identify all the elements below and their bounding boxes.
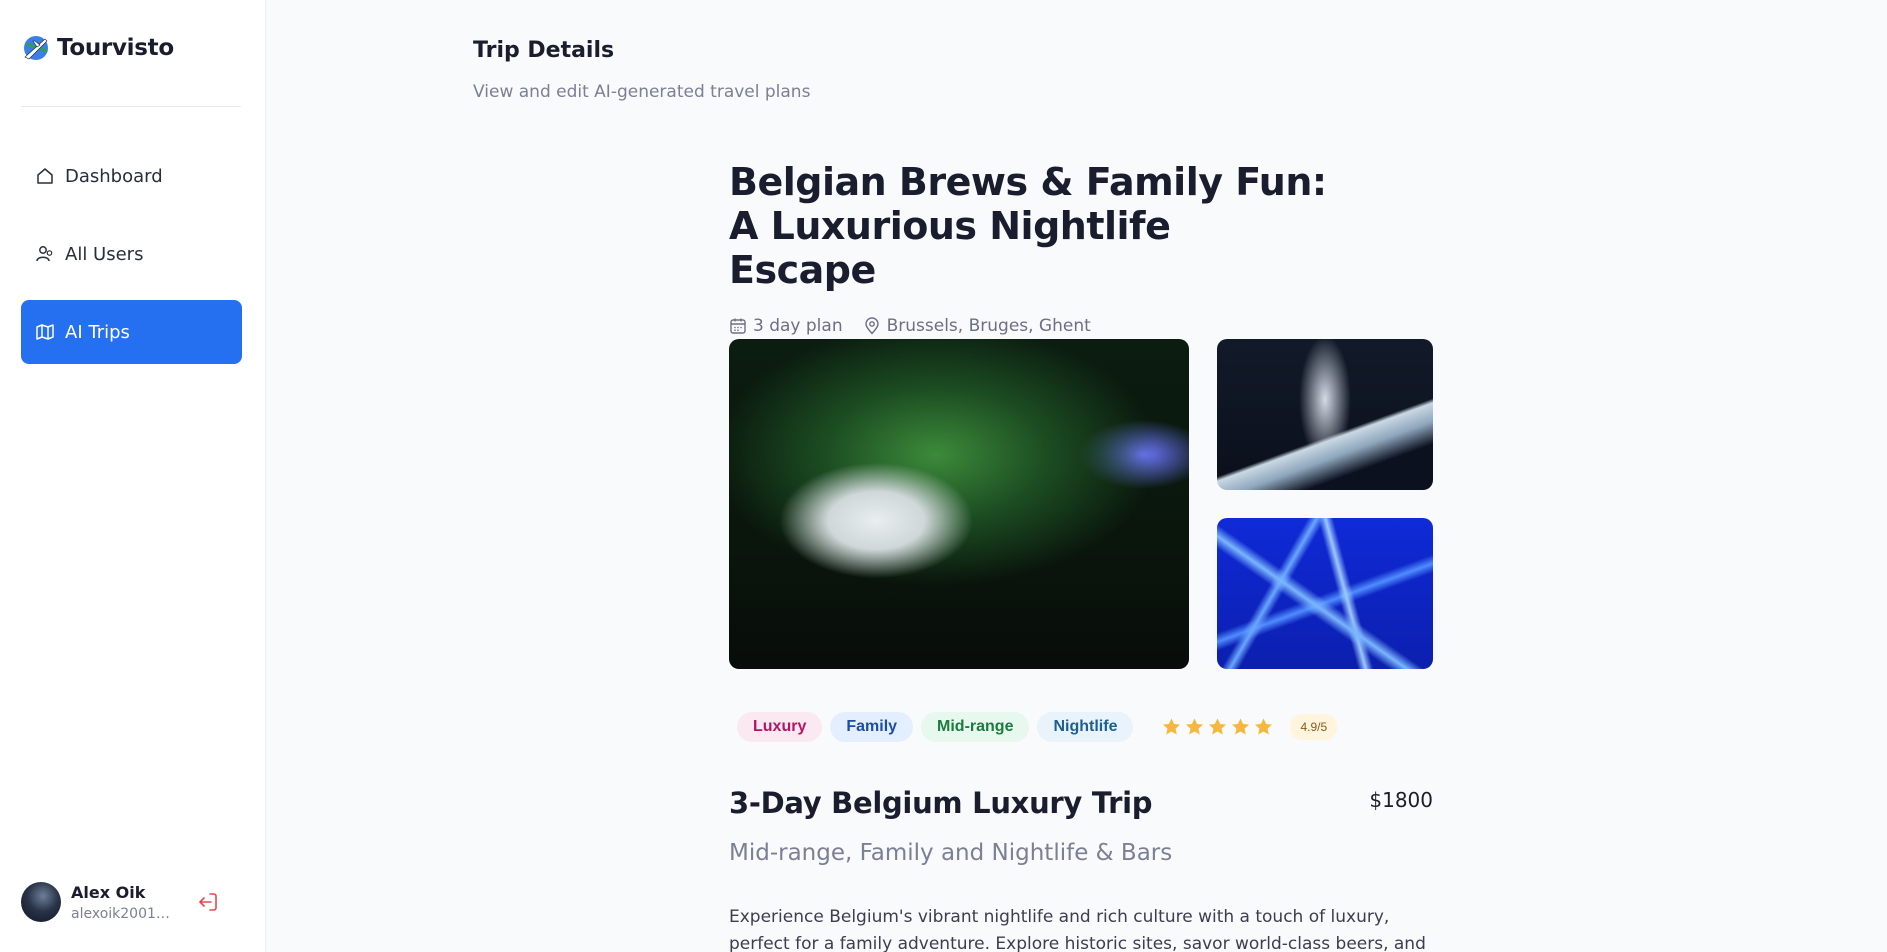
rating-badge: 4.9/5 xyxy=(1290,714,1338,740)
sidebar-item-ai-trips[interactable]: AI Trips xyxy=(21,300,242,364)
calendar-icon xyxy=(730,318,746,334)
page-header: Trip Details View and edit AI-generated … xyxy=(473,38,810,102)
trip-details: Belgian Brews & Family Fun: A Luxurious … xyxy=(729,160,1433,952)
brand[interactable]: Tourvisto xyxy=(21,33,174,63)
trip-gallery xyxy=(729,339,1433,669)
trip-description: Experience Belgium's vibrant nightlife a… xyxy=(729,907,1426,952)
trip-locations-label: Brussels, Bruges, Ghent xyxy=(886,316,1091,336)
user-name: Alex Oik xyxy=(71,882,146,902)
trip-duration-label: 3 day plan xyxy=(753,316,843,336)
plan-subtitle: Mid-range, Family and Nightlife & Bars xyxy=(729,840,1173,866)
sidebar-nav: Dashboard All Users AI Trips xyxy=(21,144,242,378)
rating-stars xyxy=(1161,717,1274,737)
trip-image-stage-lights[interactable] xyxy=(1217,518,1433,669)
star-icon xyxy=(1163,718,1181,735)
sidebar-item-all-users[interactable]: All Users xyxy=(21,222,242,286)
tag-mid-range: Mid-range xyxy=(921,712,1030,742)
avatar xyxy=(21,882,61,922)
star-icon xyxy=(1255,718,1273,735)
sidebar-item-dashboard[interactable]: Dashboard xyxy=(21,144,242,208)
trip-duration: 3 day plan xyxy=(729,316,843,336)
sidebar: Tourvisto Dashboard All Users AI Trips A… xyxy=(0,0,266,952)
plan-title: 3-Day Belgium Luxury Trip xyxy=(729,786,1153,820)
map-icon xyxy=(35,322,55,342)
sidebar-item-label: AI Trips xyxy=(65,321,130,343)
star-icon xyxy=(1209,718,1227,735)
tag-nightlife: Nightlife xyxy=(1037,712,1134,742)
logout-icon xyxy=(199,893,217,911)
trip-title: Belgian Brews & Family Fun: A Luxurious … xyxy=(729,160,1327,292)
location-pin-icon xyxy=(864,317,879,335)
globe-plane-logo-icon xyxy=(24,36,48,60)
page-title: Trip Details xyxy=(473,38,615,63)
user-email: alexoik2001@g... xyxy=(71,905,179,922)
sidebar-item-label: All Users xyxy=(65,243,144,265)
trip-price: $1800 xyxy=(1369,788,1433,812)
sidebar-item-label: Dashboard xyxy=(65,165,163,187)
users-icon xyxy=(35,244,55,264)
tag-family: Family xyxy=(830,712,914,742)
trip-tags: Luxury Family Mid-range Nightlife 4.9/5 xyxy=(737,712,1338,742)
star-icon xyxy=(1232,718,1250,735)
star-icon xyxy=(1186,718,1204,735)
user-profile: Alex Oik alexoik2001@g... xyxy=(21,882,179,922)
page-subtitle: View and edit AI-generated travel plans xyxy=(473,82,811,102)
sidebar-divider xyxy=(21,106,241,107)
trip-locations: Brussels, Bruges, Ghent xyxy=(863,316,1091,336)
trip-image-neon-sign[interactable] xyxy=(1217,339,1433,490)
logout-button[interactable] xyxy=(196,890,220,918)
trip-meta: 3 day plan Brussels, Bruges, Ghent xyxy=(729,316,1433,336)
brand-name: Tourvisto xyxy=(57,35,174,61)
home-icon xyxy=(35,166,55,186)
tag-luxury: Luxury xyxy=(737,712,823,742)
trip-image-dj[interactable] xyxy=(729,339,1189,669)
